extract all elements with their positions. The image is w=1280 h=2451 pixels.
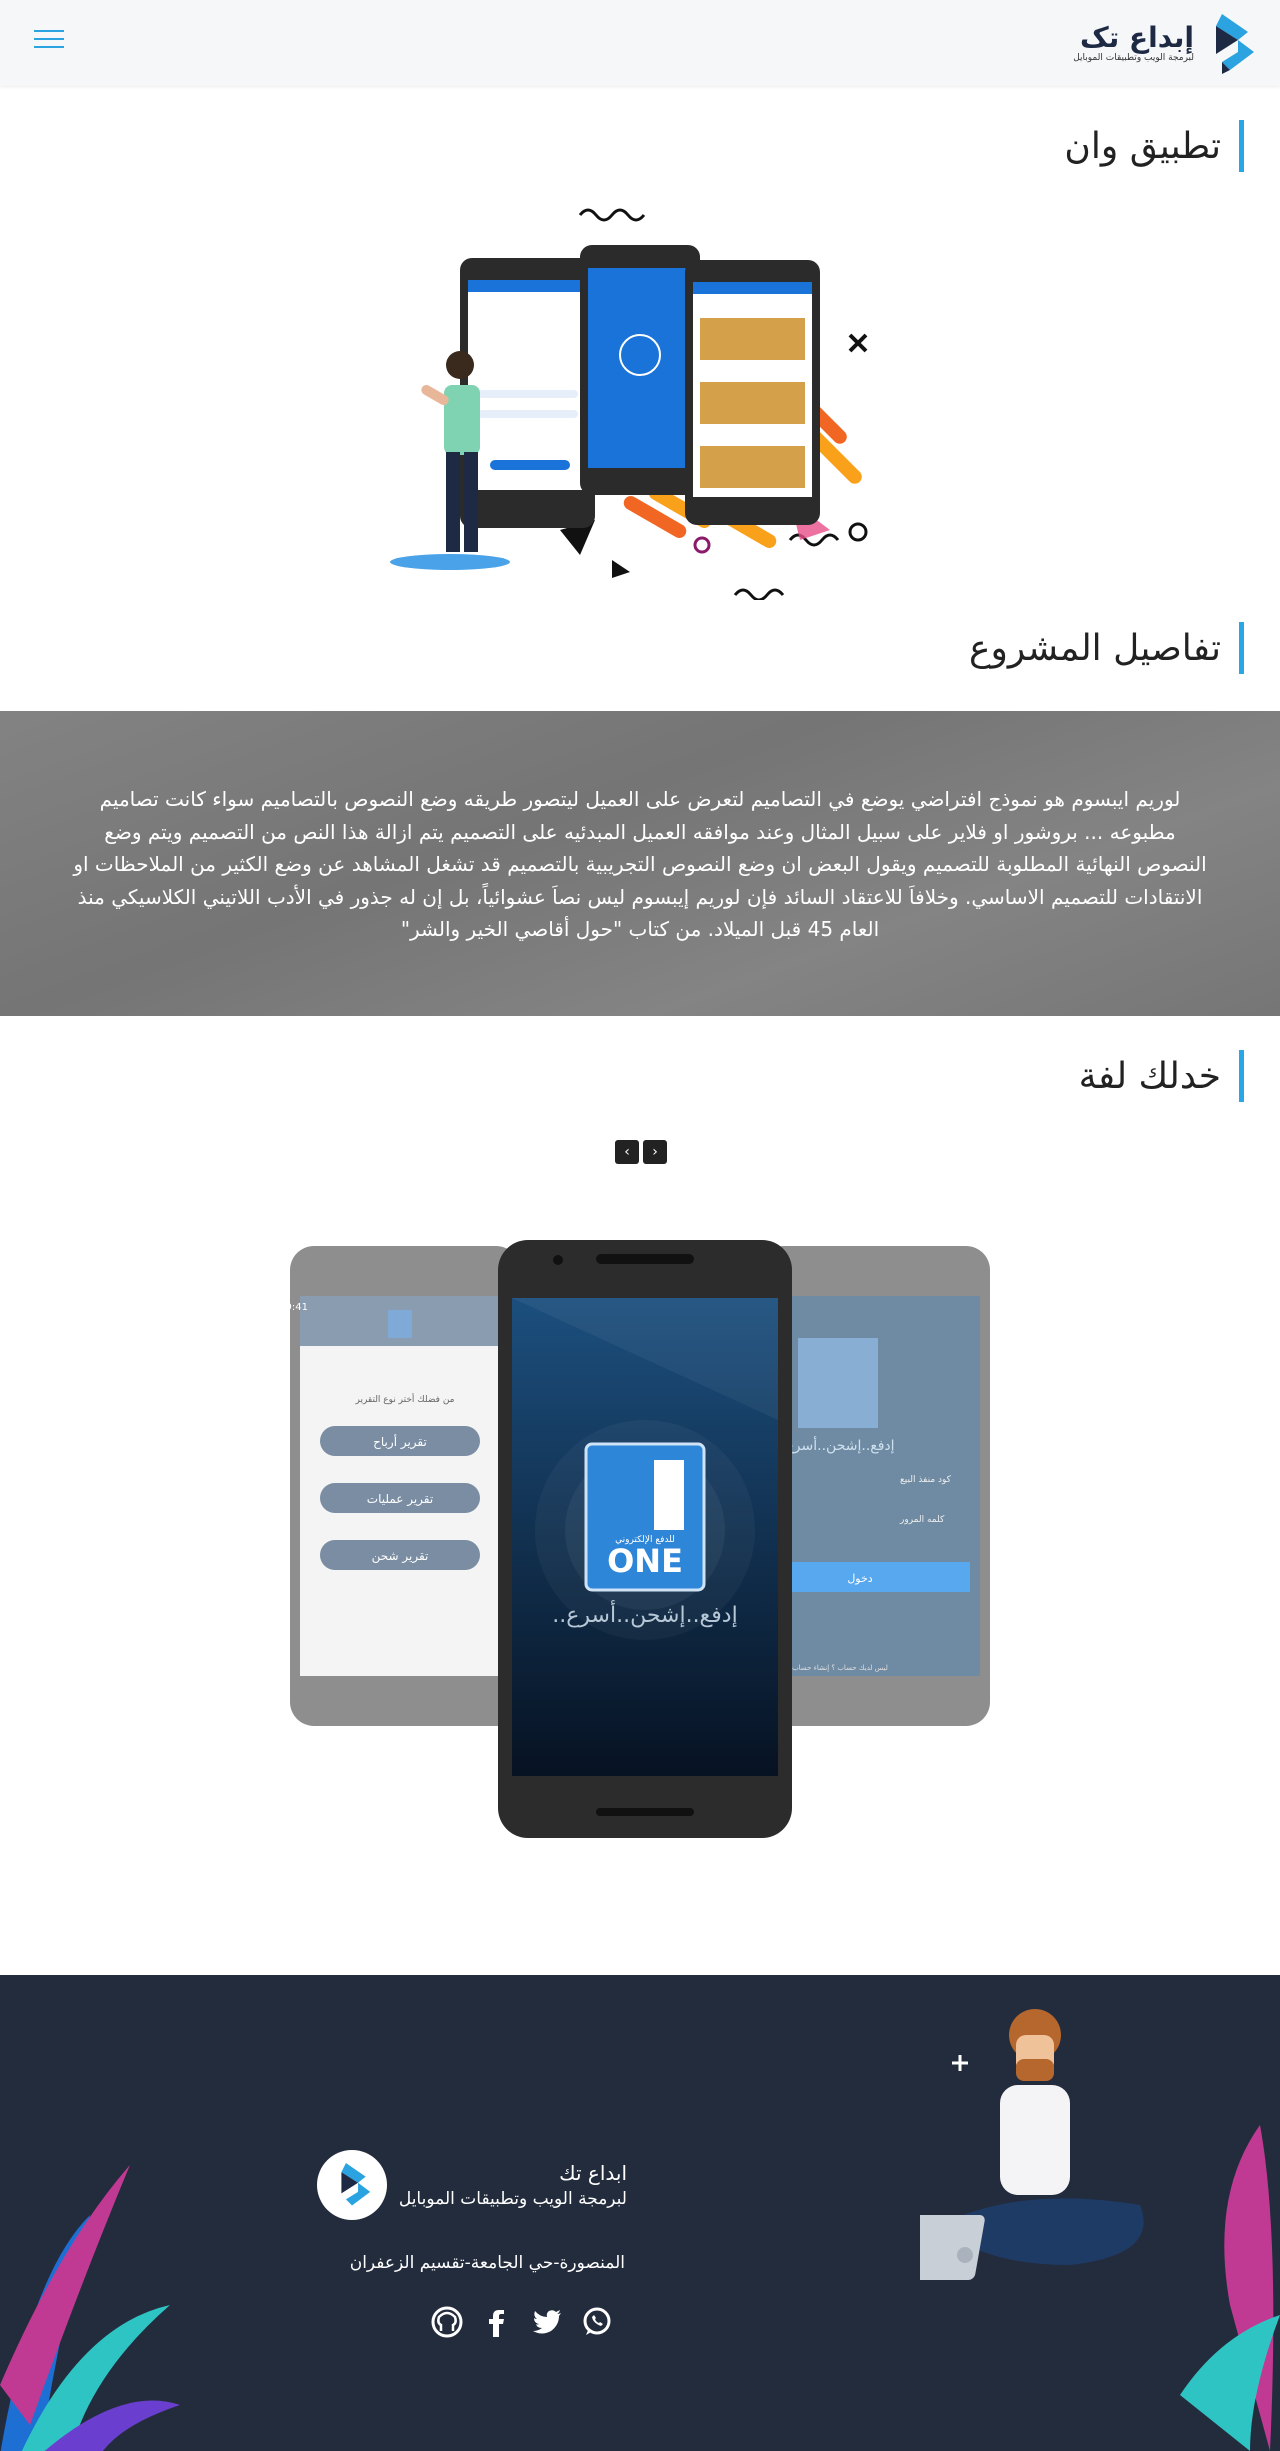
decorative-leaves — [0, 2165, 180, 2451]
app-screenshots-carousel: 9:41 من فضلك أختر نوع التقرير تقرير أربا… — [286, 1240, 990, 1838]
title-accent-bar — [1239, 622, 1244, 674]
right-screen-code-field: كود منفذ البيع — [900, 1475, 952, 1485]
left-screen-button-2: تقرير عمليات — [367, 1492, 433, 1507]
project-description: لوريم ايبسوم هو نموذج افتراضي يوضع في ال… — [73, 787, 1207, 941]
carousel-controls: ‹ › — [615, 1140, 667, 1164]
brand-mark-icon — [1216, 14, 1254, 74]
center-screen-logo-sub: للدفع الإلكتروني — [615, 1535, 675, 1545]
brand-mark-icon — [341, 2163, 371, 2206]
top-header: إبداع تک لبرمجة الويب وتطبيقات الموبايل — [0, 0, 1280, 86]
brand-tagline: لبرمجة الويب وتطبيقات الموبايل — [1073, 53, 1194, 64]
social-links — [430, 2305, 614, 2339]
center-screen-logo: ONE — [607, 1542, 683, 1580]
app-title: تطبيق وان — [1064, 125, 1221, 167]
whatsapp-icon[interactable] — [580, 2305, 614, 2339]
twitter-icon[interactable] — [530, 2305, 564, 2339]
site-footer: ابداع تك لبرمجة الويب وتطبيقات الموبايل … — [0, 1975, 1280, 2451]
left-screen-time: 9:41 — [286, 1302, 308, 1313]
phone-right: إدفع..إشحن..أسرع كود منفذ البيع كلمه الم… — [760, 1246, 990, 1726]
footer-brand-sub: لبرمجة الويب وتطبيقات الموبايل — [398, 2189, 627, 2209]
right-screen-password-field: كلمه المرور — [899, 1515, 945, 1525]
phone-center: ONE للدفع الإلكتروني إدفع..إشحن..أسرع.. — [498, 1240, 792, 1838]
hamburger-menu-icon[interactable] — [34, 30, 64, 54]
left-screen-button-1: تقرير أرباح — [373, 1434, 427, 1450]
section-title-app: تطبيق وان — [1064, 120, 1244, 172]
center-screen-slogan: إدفع..إشحن..أسرع.. — [552, 1600, 737, 1628]
details-title: تفاصيل المشروع — [969, 627, 1221, 669]
hero-illustration — [390, 208, 868, 600]
project-details-band: لوريم ايبسوم هو نموذج افتراضي يوضع في ال… — [0, 711, 1280, 1016]
section-title-details: تفاصيل المشروع — [969, 622, 1244, 674]
facebook-icon[interactable] — [480, 2305, 514, 2339]
github-icon[interactable] — [430, 2305, 464, 2339]
footer-logo-icon[interactable] — [316, 2150, 387, 2220]
title-accent-bar — [1239, 120, 1244, 172]
brand-logo[interactable]: إبداع تک لبرمجة الويب وتطبيقات الموبايل — [1068, 10, 1258, 76]
carousel-prev-button[interactable]: ‹ — [615, 1140, 639, 1164]
footer-address: المنصورة-حي الجامعة-تقسيم الزعفران — [349, 2253, 625, 2273]
left-screen-prompt: من فضلك أختر نوع التقرير — [354, 1393, 454, 1405]
right-screen-login: دخول — [847, 1572, 872, 1585]
title-accent-bar — [1239, 1050, 1244, 1102]
carousel-next-button[interactable]: › — [643, 1140, 667, 1164]
footer-brand-name: ابداع تك — [559, 2161, 627, 2185]
gallery-title: خدلك لفة — [1078, 1055, 1221, 1097]
section-title-gallery: خدلك لفة — [1079, 1050, 1244, 1102]
right-screen-slogan: إدفع..إشحن..أسرع — [785, 1436, 894, 1454]
footer-illustration — [920, 2009, 1280, 2451]
right-screen-signup-note: ليس لديك حساب ؟ إنشاء حساب — [792, 1664, 888, 1672]
footer-brand: ابداع تك لبرمجة الويب وتطبيقات الموبايل — [316, 2150, 627, 2220]
phone-left: 9:41 من فضلك أختر نوع التقرير تقرير أربا… — [286, 1246, 520, 1726]
brand-name: إبداع تک — [1080, 20, 1194, 54]
left-screen-button-3: تقرير شحن — [372, 1549, 429, 1564]
